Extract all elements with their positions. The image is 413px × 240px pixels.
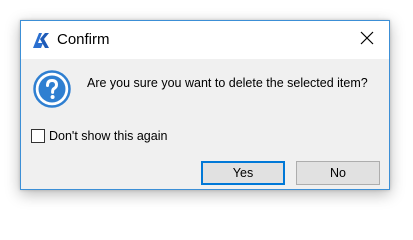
window-title: Confirm (57, 31, 110, 48)
dont-show-again-checkbox[interactable] (31, 129, 45, 143)
close-button[interactable] (345, 21, 389, 59)
confirm-dialog: Confirm Are you sure you want to delete … (20, 20, 390, 190)
dont-show-again-row[interactable]: Don't show this again (31, 128, 167, 144)
no-button[interactable]: No (296, 161, 380, 185)
title-bar[interactable]: Confirm (21, 21, 389, 59)
dialog-message: Are you sure you want to delete the sele… (87, 76, 368, 90)
yes-button[interactable]: Yes (201, 161, 285, 185)
app-logo-icon (31, 31, 51, 49)
dont-show-again-label[interactable]: Don't show this again (49, 129, 167, 143)
close-icon (360, 31, 374, 50)
question-icon (33, 70, 71, 108)
